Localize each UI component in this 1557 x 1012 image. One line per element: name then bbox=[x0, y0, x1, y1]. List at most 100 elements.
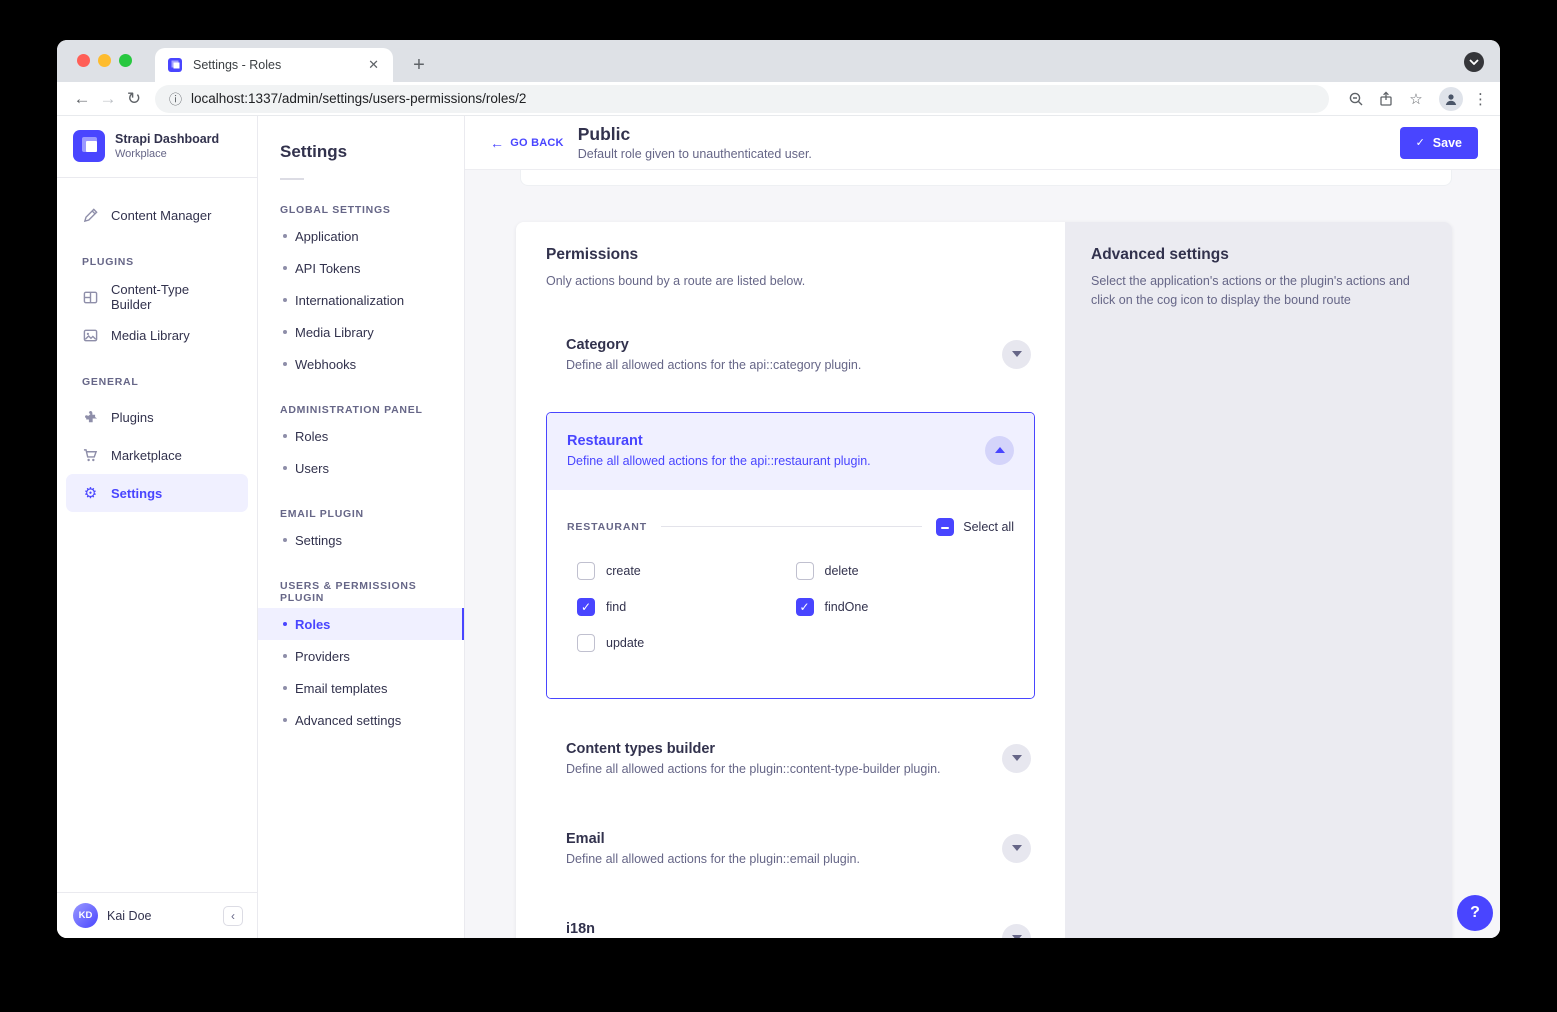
accordion-email: Email Define all allowed actions for the… bbox=[546, 831, 1035, 866]
page-subtitle: Default role given to unauthenticated us… bbox=[578, 147, 812, 161]
checkbox-findone[interactable] bbox=[796, 598, 814, 616]
workspace-name: Strapi Dashboard bbox=[115, 132, 219, 148]
permission-create[interactable]: create bbox=[577, 562, 796, 580]
browser-profile-avatar[interactable] bbox=[1439, 87, 1463, 111]
subnav-item-up-roles[interactable]: Roles bbox=[258, 608, 464, 640]
permission-update[interactable]: update bbox=[577, 634, 796, 652]
subnav-title: Settings bbox=[258, 116, 464, 162]
zoom-window-button[interactable] bbox=[119, 54, 132, 67]
subnav-item-internationalization[interactable]: Internationalization bbox=[258, 284, 464, 316]
address-bar[interactable]: ⓘ localhost:1337/admin/settings/users-pe… bbox=[155, 85, 1329, 113]
permission-group-row: RESTAURANT Select all bbox=[567, 518, 1014, 536]
tab-strip: Settings - Roles ✕ + bbox=[57, 40, 1500, 82]
subnav-item-media-library[interactable]: Media Library bbox=[258, 316, 464, 348]
expand-content-types-builder-button[interactable] bbox=[1002, 744, 1031, 773]
sidebar-item-media-library[interactable]: Media Library bbox=[66, 316, 248, 354]
sidebar-item-plugins[interactable]: Plugins bbox=[66, 398, 248, 436]
permission-delete[interactable]: delete bbox=[796, 562, 1015, 580]
subnav-item-providers[interactable]: Providers bbox=[258, 640, 464, 672]
browser-tab[interactable]: Settings - Roles ✕ bbox=[155, 48, 393, 82]
page-header: ← GO BACK Public Default role given to u… bbox=[465, 116, 1500, 170]
accordion-description: Define all allowed actions for the plugi… bbox=[566, 852, 1002, 866]
accordion-content-types-builder: Content types builder Define all allowed… bbox=[546, 741, 1035, 776]
sidebar-item-content-manager[interactable]: Content Manager bbox=[66, 196, 248, 234]
subnav-item-application[interactable]: Application bbox=[258, 220, 464, 252]
sidebar-item-label: Content-Type Builder bbox=[111, 282, 232, 312]
sidebar-footer: KD Kai Doe ‹ bbox=[57, 892, 257, 938]
accordion-description: Define all allowed actions for the api::… bbox=[567, 454, 985, 468]
subnav-item-admin-users[interactable]: Users bbox=[258, 452, 464, 484]
sidebar-section-plugins: PLUGINS bbox=[57, 234, 257, 278]
advanced-settings-description: Select the application's actions or the … bbox=[1091, 272, 1421, 310]
browser-window: Settings - Roles ✕ + ← → ↻ ⓘ localhost:1… bbox=[57, 40, 1500, 938]
role-panels: Permissions Only actions bound by a rout… bbox=[516, 222, 1452, 938]
new-tab-button[interactable]: + bbox=[405, 51, 433, 79]
sidebar-item-settings[interactable]: ⚙ Settings bbox=[66, 474, 248, 512]
checkbox-find[interactable] bbox=[577, 598, 595, 616]
expand-i18n-button[interactable] bbox=[1002, 924, 1031, 938]
expand-category-button[interactable] bbox=[1002, 340, 1031, 369]
checkbox-update[interactable] bbox=[577, 634, 595, 652]
expand-email-button[interactable] bbox=[1002, 834, 1031, 863]
sidebar-item-marketplace[interactable]: Marketplace bbox=[66, 436, 248, 474]
strapi-favicon bbox=[167, 57, 183, 73]
accordion-title: Category bbox=[566, 337, 1002, 353]
scrolled-card-edge bbox=[520, 170, 1452, 186]
window-controls bbox=[77, 54, 132, 67]
main-content: ← GO BACK Public Default role given to u… bbox=[465, 116, 1500, 938]
bookmark-star-icon[interactable]: ☆ bbox=[1403, 90, 1429, 108]
permissions-subtitle: Only actions bound by a route are listed… bbox=[546, 272, 1035, 291]
workspace-subtitle: Workplace bbox=[115, 148, 219, 160]
main-sidebar: Strapi Dashboard Workplace Content Manag… bbox=[57, 116, 258, 938]
browser-menu-icon[interactable]: ⋮ bbox=[1473, 90, 1488, 108]
go-back-link[interactable]: ← GO BACK bbox=[490, 135, 564, 151]
select-all-checkbox[interactable] bbox=[936, 518, 954, 536]
sidebar-item-label: Media Library bbox=[111, 328, 190, 343]
user-name: Kai Doe bbox=[107, 909, 214, 923]
permissions-checkbox-grid: create delete find bbox=[567, 562, 1014, 652]
collapse-sidebar-button[interactable]: ‹ bbox=[223, 906, 243, 926]
subnav-section-administration-panel: ADMINISTRATION PANEL bbox=[258, 380, 464, 420]
share-icon[interactable] bbox=[1373, 91, 1399, 107]
close-window-button[interactable] bbox=[77, 54, 90, 67]
chevron-down-icon bbox=[1012, 845, 1022, 851]
back-button[interactable]: ← bbox=[69, 89, 95, 109]
permission-find[interactable]: find bbox=[577, 598, 796, 616]
site-info-icon[interactable]: ⓘ bbox=[169, 89, 182, 108]
sidebar-section-general: GENERAL bbox=[57, 354, 257, 398]
help-button[interactable]: ? bbox=[1457, 895, 1493, 931]
gear-icon: ⚙ bbox=[82, 485, 99, 502]
tab-search-button[interactable] bbox=[1464, 52, 1484, 72]
group-label: RESTAURANT bbox=[567, 521, 647, 533]
subnav-item-api-tokens[interactable]: API Tokens bbox=[258, 252, 464, 284]
collapse-restaurant-button[interactable] bbox=[985, 436, 1014, 465]
subnav-section-email-plugin: EMAIL PLUGIN bbox=[258, 484, 464, 524]
select-all-control[interactable]: Select all bbox=[936, 518, 1014, 536]
minimize-window-button[interactable] bbox=[98, 54, 111, 67]
subnav-section-users-permissions: USERS & PERMISSIONS PLUGIN bbox=[258, 556, 464, 608]
accordion-description: Define all allowed actions for the plugi… bbox=[566, 762, 1002, 776]
user-avatar[interactable]: KD bbox=[73, 903, 98, 928]
subnav-item-email-settings[interactable]: Settings bbox=[258, 524, 464, 556]
save-button[interactable]: ✓ Save bbox=[1400, 127, 1478, 159]
puzzle-icon bbox=[82, 409, 99, 426]
permissions-panel: Permissions Only actions bound by a rout… bbox=[516, 222, 1065, 938]
permission-findone[interactable]: findOne bbox=[796, 598, 1015, 616]
zoom-out-icon[interactable] bbox=[1343, 91, 1369, 107]
reload-button[interactable]: ↻ bbox=[121, 89, 147, 109]
page-title: Public bbox=[578, 124, 812, 145]
subnav-item-admin-roles[interactable]: Roles bbox=[258, 420, 464, 452]
accordion-title: Restaurant bbox=[567, 433, 985, 449]
checkbox-delete[interactable] bbox=[796, 562, 814, 580]
layout-grid-icon bbox=[82, 289, 99, 306]
subnav-item-advanced-settings[interactable]: Advanced settings bbox=[258, 704, 464, 736]
workspace-brand[interactable]: Strapi Dashboard Workplace bbox=[57, 116, 257, 178]
restaurant-accordion-header[interactable]: Restaurant Define all allowed actions fo… bbox=[547, 413, 1034, 490]
forward-button[interactable]: → bbox=[95, 89, 121, 109]
accordion-description: Define all allowed actions for the api::… bbox=[566, 358, 1002, 372]
checkbox-create[interactable] bbox=[577, 562, 595, 580]
sidebar-item-content-type-builder[interactable]: Content-Type Builder bbox=[66, 278, 248, 316]
tab-close-icon[interactable]: ✕ bbox=[364, 55, 383, 75]
subnav-item-webhooks[interactable]: Webhooks bbox=[258, 348, 464, 380]
subnav-item-email-templates[interactable]: Email templates bbox=[258, 672, 464, 704]
